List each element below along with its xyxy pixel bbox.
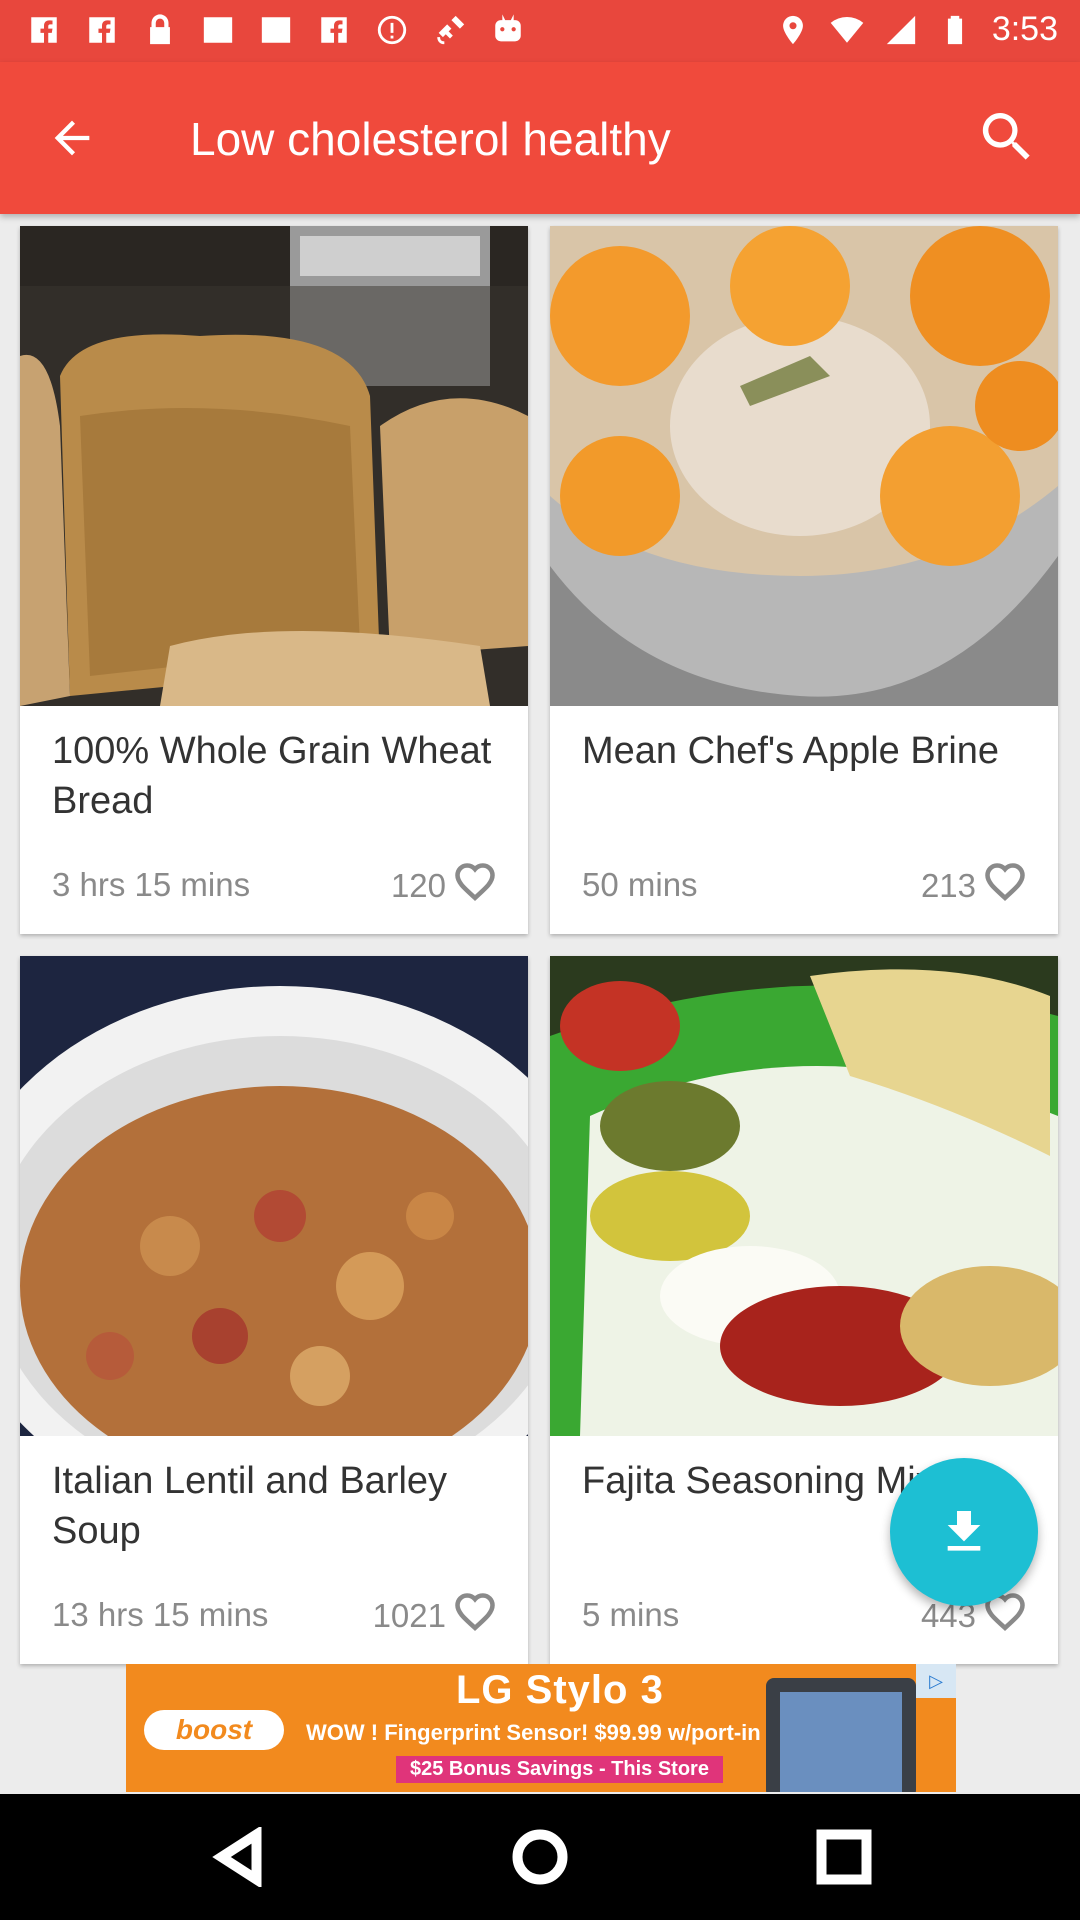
ad-brand-logo: boost: [144, 1710, 284, 1750]
like-count: 213: [920, 866, 976, 904]
satellite-icon: [432, 12, 468, 48]
back-button[interactable]: [42, 108, 102, 168]
search-button[interactable]: [972, 102, 1042, 172]
ad-phone-image: [766, 1678, 916, 1792]
location-icon: [782, 15, 803, 44]
circle-home-icon: [512, 1829, 568, 1885]
recipe-card[interactable]: Italian Lentil and Barley Soup 13 hrs 15…: [20, 956, 528, 1664]
signal-icon: [886, 15, 915, 44]
recipe-image: [20, 226, 528, 706]
heart-icon: [454, 862, 496, 909]
app-bar: Low cholesterol healthy: [0, 62, 1080, 214]
facebook-icon: [26, 12, 62, 48]
wifi-icon: [830, 16, 864, 43]
ad-choices-icon[interactable]: ▷: [916, 1664, 956, 1698]
recipe-card[interactable]: 100% Whole Grain Wheat Bread 3 hrs 15 mi…: [20, 226, 528, 934]
ad-text: WOW ! Fingerprint Sensor! $99.99 w/port-…: [306, 1720, 761, 1745]
nav-home-button[interactable]: [507, 1824, 573, 1890]
arrow-back-icon: [54, 120, 90, 156]
square-recents-icon: [816, 1829, 872, 1885]
nav-back-button[interactable]: [206, 1824, 272, 1890]
search-icon: [982, 113, 1030, 160]
recipe-time: 3 hrs 15 mins: [52, 866, 251, 903]
heart-icon: [454, 1592, 496, 1639]
lock-icon: [142, 12, 178, 48]
heart-icon: [984, 862, 1026, 909]
blank-icon: [200, 12, 236, 48]
robot-icon: [490, 12, 526, 48]
recipe-image: [550, 956, 1058, 1436]
triangle-back-icon: [212, 1827, 262, 1887]
ad-subtext: $25 Bonus Savings - This Store: [396, 1756, 723, 1783]
recipe-title: 100% Whole Grain Wheat Bread: [52, 730, 492, 822]
status-time: 3:53: [991, 10, 1058, 48]
recipe-image: [20, 956, 528, 1436]
notification-icons: [26, 12, 526, 48]
facebook-icon: [84, 12, 120, 48]
blank-icon: [258, 12, 294, 48]
navigation-bar: [0, 1794, 1080, 1920]
recipe-time: 13 hrs 15 mins: [52, 1596, 269, 1633]
alert-icon: [374, 12, 410, 48]
status-bar: 3:53: [0, 0, 1080, 62]
battery-icon: [947, 15, 962, 44]
like-count: 1021: [372, 1596, 446, 1634]
recipe-time: 5 mins: [582, 1596, 680, 1633]
download-button[interactable]: [890, 1458, 1038, 1606]
nav-recents-button[interactable]: [811, 1824, 877, 1890]
recipe-likes[interactable]: 213: [921, 862, 1026, 909]
recipe-time: 50 mins: [582, 866, 698, 903]
recipe-likes[interactable]: 120: [391, 862, 496, 909]
recipe-title: Mean Chef's Apple Brine: [582, 730, 1000, 772]
recipe-title: Italian Lentil and Barley Soup: [52, 1460, 448, 1552]
system-icons: 3:53: [776, 10, 1058, 49]
recipe-likes[interactable]: 1021: [373, 1592, 496, 1639]
facebook-icon: [316, 12, 352, 48]
ad-title: LG Stylo 3: [456, 1668, 664, 1712]
recipe-image: [550, 226, 1058, 706]
download-icon: [947, 1511, 981, 1551]
page-title: Low cholesterol healthy: [190, 113, 671, 165]
ad-banner[interactable]: LG Stylo 3 boost WOW ! Fingerprint Senso…: [126, 1664, 956, 1792]
like-count: 120: [390, 866, 446, 904]
recipe-card[interactable]: Mean Chef's Apple Brine 50 mins 213: [550, 226, 1058, 934]
